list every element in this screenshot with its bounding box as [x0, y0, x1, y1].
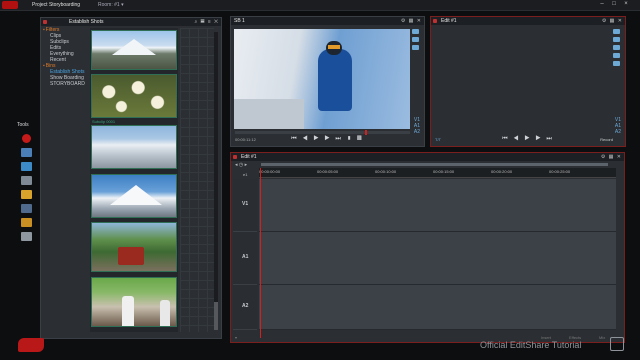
- ruler-tick: 00:00:10:00: [375, 169, 397, 174]
- ruler-tick: 00:00:05:00: [317, 169, 339, 174]
- ruler-label: e1: [243, 172, 248, 177]
- bin-tree: Filters Clips Subclips Edits Everything …: [43, 27, 89, 87]
- maximize-button[interactable]: □: [610, 1, 618, 8]
- close-button[interactable]: ×: [622, 1, 630, 8]
- timeline-playhead[interactable]: [260, 168, 261, 338]
- app-title-bar: Project Storyboarding Room: #1 ▾ – □ ×: [0, 0, 640, 11]
- track-lane-a1[interactable]: [259, 232, 616, 285]
- source-viewer-title: SB 1: [234, 18, 245, 24]
- timeline-zoom-bar[interactable]: [261, 163, 608, 166]
- panel-close-icon[interactable]: [43, 20, 47, 24]
- clip-thumbnail[interactable]: [91, 125, 177, 169]
- export-tool-icon[interactable]: [21, 218, 32, 227]
- timeline-title: Edit #1: [241, 154, 257, 160]
- capture-tool-icon[interactable]: [21, 148, 32, 157]
- track-lane-a2[interactable]: [259, 285, 616, 330]
- track-header-a2[interactable]: A2: [233, 285, 257, 330]
- mix-button[interactable]: Mix: [599, 335, 605, 340]
- source-transport-controls[interactable]: ⏮ ◀ ▶ ▶ ⏭ ▮ ▦: [231, 136, 424, 144]
- source-header-icons[interactable]: ⚙ ▦ ✕: [401, 18, 422, 24]
- folder-tool-icon[interactable]: [21, 190, 32, 199]
- clip-thumbnail-list: Subclip 0001: [90, 28, 178, 332]
- timeline-panel: Edit #1 ⚙ ▦ ✕ ◂ ◷ ▸ e1 00:00:00:00 00:00…: [230, 152, 625, 343]
- source-viewer-header: SB 1 ⚙ ▦ ✕: [231, 17, 424, 25]
- ruler-tick: 00:00:25:00: [549, 169, 571, 174]
- clip-thumbnail[interactable]: [91, 277, 177, 327]
- tree-section-bins[interactable]: Bins: [43, 63, 89, 69]
- bin-panel: Establish Shots ⌕ ▦ ≡ ✕ Filters Clips Su…: [40, 17, 222, 339]
- keyboard-tool-icon[interactable]: [21, 176, 32, 185]
- tools-label: Tools: [17, 122, 29, 128]
- source-scrub-bar[interactable]: [235, 130, 410, 135]
- app-logo-icon: [2, 1, 18, 9]
- clip-thumbnail[interactable]: [91, 74, 177, 118]
- source-track-a2[interactable]: A2: [414, 129, 420, 135]
- clip-thumbnail[interactable]: [91, 174, 177, 218]
- record-tool-icon[interactable]: [22, 134, 31, 143]
- tree-section-filters[interactable]: Filters: [43, 27, 89, 33]
- ruler-tick: 00:00:20:00: [491, 169, 513, 174]
- project-tool-icon[interactable]: [21, 204, 32, 213]
- bin-scroll-thumb[interactable]: [214, 302, 218, 330]
- clip-caption: Subclip 0001: [92, 119, 116, 124]
- source-video-frame[interactable]: [234, 29, 410, 129]
- edit-side-icons[interactable]: [613, 29, 621, 69]
- tree-item-storyboard[interactable]: STORYBOARD: [43, 81, 89, 87]
- panel-close-icon[interactable]: [233, 155, 237, 159]
- edit-transport-controls[interactable]: ⏮ ◀ ▶ ▶ ⏭: [431, 136, 625, 144]
- source-side-icons[interactable]: [412, 29, 420, 53]
- timeline-header: Edit #1 ⚙ ▦ ✕: [231, 153, 624, 161]
- users-tool-icon[interactable]: [21, 232, 32, 241]
- timeline-nav-icons[interactable]: ◂ ◷ ▸: [235, 162, 247, 168]
- bin-panel-header: Establish Shots ⌕ ▦ ≡ ✕: [41, 18, 221, 26]
- minimize-button[interactable]: –: [598, 1, 606, 8]
- panel-close-icon[interactable]: [433, 19, 437, 23]
- room-selector[interactable]: Room: #1 ▾: [96, 2, 124, 8]
- edit-video-frame[interactable]: [434, 29, 610, 129]
- edit-track-a2[interactable]: A2: [615, 129, 621, 135]
- ruler-tick: 00:00:00:00: [259, 169, 281, 174]
- edit-viewer-header-icons[interactable]: ⚙ ▦ ✕: [602, 18, 623, 24]
- timeline-footer-icon[interactable]: ▾: [235, 335, 237, 340]
- project-title: Project Storyboarding: [32, 2, 81, 8]
- edit-viewer-title: Edit #1: [441, 18, 457, 24]
- track-header-v1[interactable]: V1: [233, 179, 257, 232]
- timeline-header-icons[interactable]: ⚙ ▦ ✕: [601, 154, 622, 160]
- watermark-text: Official EditShare Tutorial: [480, 340, 582, 350]
- clip-thumbnail[interactable]: [91, 222, 177, 272]
- record-button[interactable]: Record: [600, 137, 613, 142]
- track-lane-v1[interactable]: [259, 179, 616, 232]
- edit-viewer: Edit #1 ⚙ ▦ ✕ V1 A1 A2 T/T ⏮ ◀ ▶ ▶ ⏭ Rec…: [430, 16, 626, 147]
- watermark-logo-icon: [610, 337, 624, 351]
- edit-viewer-header: Edit #1 ⚙ ▦ ✕: [431, 17, 625, 25]
- ruler-tick: 00:00:15:00: [433, 169, 455, 174]
- tools-palette: Tools: [14, 122, 42, 242]
- track-header-a1[interactable]: A1: [233, 232, 257, 285]
- bin-header-icons[interactable]: ⌕ ▦ ≡ ✕: [194, 19, 219, 25]
- bin-title: Establish Shots: [69, 19, 104, 25]
- source-viewer: SB 1 ⚙ ▦ ✕ V1 A1 A2 00:00:11:12 ⏮ ◀ ▶ ▶ …: [230, 16, 425, 147]
- editshare-logo-icon: [18, 338, 44, 352]
- clip-thumbnail[interactable]: [91, 30, 177, 70]
- bin-grid-area: [180, 28, 214, 332]
- media-tool-icon[interactable]: [21, 162, 32, 171]
- timeline-ruler[interactable]: 00:00:00:00 00:00:05:00 00:00:10:00 00:0…: [259, 168, 616, 178]
- bin-scrollbar[interactable]: [214, 32, 218, 330]
